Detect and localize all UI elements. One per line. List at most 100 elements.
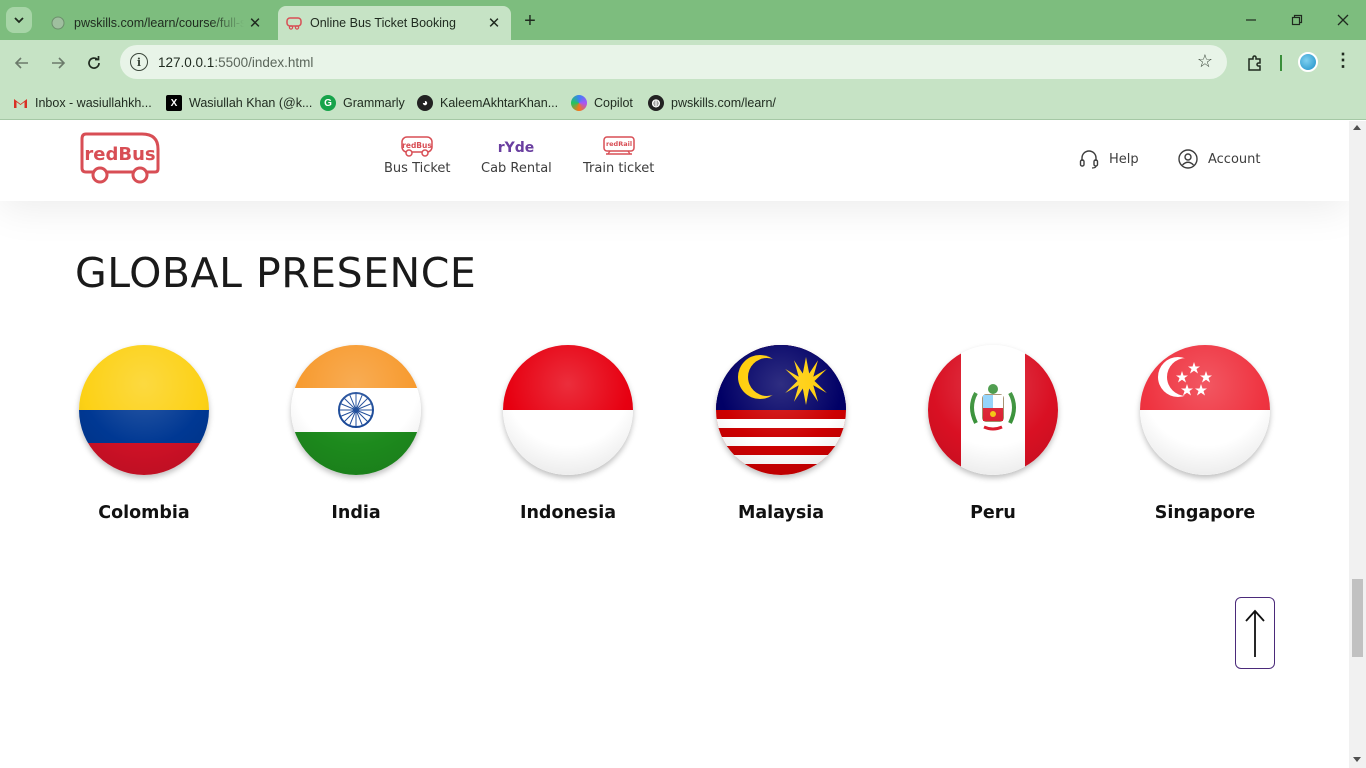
bookmark-pwskills[interactable]: ◍ pwskills.com/learn/ [648, 93, 776, 113]
copilot-icon [571, 95, 587, 111]
url-path: :5500/index.html [214, 54, 314, 70]
minimize-button[interactable] [1228, 0, 1274, 40]
tab-search-button[interactable] [6, 7, 32, 33]
bookmark-x[interactable]: X Wasiullah Khan (@k... [166, 93, 312, 113]
country-name: Colombia [98, 503, 190, 523]
country-card: Singapore [1099, 345, 1311, 523]
nav-bus-ticket[interactable]: redBus Bus Ticket [384, 135, 451, 176]
x-icon: X [166, 95, 182, 111]
forward-button[interactable] [44, 49, 72, 77]
account-link[interactable]: Account [1177, 148, 1261, 170]
bookmark-label: Grammarly [343, 96, 405, 110]
extensions-button[interactable] [1243, 51, 1267, 75]
redbus-logo[interactable]: redBus [80, 131, 160, 190]
site-header: redBus redBus Bus Ticket rYde Cab Rental [0, 121, 1349, 201]
bookmark-label: Inbox - wasiullahkh... [35, 96, 152, 110]
nav-train-ticket[interactable]: redRail Train ticket [583, 135, 654, 176]
restore-icon [1291, 14, 1303, 26]
puzzle-icon [1248, 55, 1261, 71]
close-tab-icon[interactable]: ✕ [483, 12, 505, 34]
svg-text:redBus: redBus [84, 144, 155, 165]
address-bar[interactable]: i 127.0.0.1:5500/index.html ☆ [120, 45, 1227, 79]
country-name: Peru [970, 503, 1016, 523]
menu-kebab-icon[interactable]: ⋮ [1334, 50, 1352, 71]
country-name: Singapore [1154, 503, 1256, 523]
country-name: Malaysia [737, 503, 825, 523]
malaysia-flag-icon [716, 345, 846, 475]
new-tab-button[interactable]: + [518, 9, 542, 33]
country-name: India [331, 503, 381, 523]
singapore-flag-icon [1140, 345, 1270, 475]
nav-label: Cab Rental [481, 161, 552, 176]
url-host: 127.0.0.1 [158, 54, 215, 70]
tab-pwskills[interactable]: pwskills.com/learn/course/full-s ✕ [40, 6, 272, 40]
tab-title: pwskills.com/learn/course/full-s [74, 16, 244, 30]
profile-avatar[interactable] [1298, 52, 1318, 72]
indonesia-flag-icon [503, 345, 633, 475]
user-circle-icon [1178, 149, 1198, 169]
bookmark-label: Wasiullah Khan (@k... [189, 96, 313, 110]
account-label: Account [1208, 151, 1261, 167]
train-icon: redRail [602, 136, 635, 155]
country-name: Indonesia [519, 503, 617, 523]
scroll-down-icon[interactable] [1353, 757, 1361, 762]
globe-icon: ◍ [648, 95, 664, 111]
section-title: GLOBAL PRESENCE [75, 249, 477, 297]
nav-label: Train ticket [583, 161, 655, 176]
svg-text:rYde: rYde [498, 140, 534, 156]
bookmark-label: Copilot [594, 96, 633, 110]
headset-icon [1079, 150, 1099, 169]
github-icon: ◕ [417, 95, 433, 111]
bookmark-inbox[interactable]: Inbox - wasiullahkh... [12, 93, 152, 113]
scroll-to-top-button[interactable] [1235, 597, 1275, 669]
url-text: 127.0.0.1:5500/index.html [158, 55, 313, 70]
svg-text:redRail: redRail [606, 140, 632, 148]
minimize-icon [1246, 19, 1256, 21]
tab-title: Online Bus Ticket Booking [310, 16, 456, 30]
peru-flag-icon [928, 345, 1058, 475]
nav-label: Bus Ticket [384, 161, 451, 176]
bookmark-github[interactable]: ◕ KaleemAkhtarKhan... [417, 93, 558, 113]
close-window-button[interactable] [1320, 0, 1366, 40]
country-card: Malaysia [675, 345, 887, 523]
redbus-logo-icon: redBus [80, 132, 160, 184]
bookmark-grammarly[interactable]: G Grammarly [320, 93, 405, 113]
bookmark-star-icon[interactable]: ☆ [1197, 51, 1213, 72]
chevron-down-icon [14, 17, 24, 24]
gmail-icon [12, 95, 28, 111]
help-link[interactable]: Help [1078, 148, 1139, 170]
country-card: India [250, 345, 462, 523]
country-card: Indonesia [462, 345, 674, 523]
tab-strip: pwskills.com/learn/course/full-s ✕ Onlin… [0, 0, 1366, 40]
bookmarks-bar: Inbox - wasiullahkh... X Wasiullah Khan … [0, 86, 1366, 120]
back-button[interactable] [8, 49, 36, 77]
country-card: Colombia [38, 345, 250, 523]
grammarly-icon: G [320, 95, 336, 111]
page-scrollbar[interactable] [1349, 121, 1366, 768]
close-tab-icon[interactable]: ✕ [244, 12, 266, 34]
toolbar-divider [1280, 55, 1282, 71]
ryde-icon: rYde [498, 140, 534, 156]
bookmark-label: KaleemAkhtarKhan... [440, 96, 559, 110]
reload-icon [88, 56, 100, 69]
arrow-up-icon [1245, 609, 1265, 657]
svg-text:redBus: redBus [402, 141, 432, 150]
scrollbar-thumb[interactable] [1352, 579, 1363, 657]
help-label: Help [1109, 151, 1139, 167]
bookmark-copilot[interactable]: Copilot [571, 93, 633, 113]
page-viewport: redBus redBus Bus Ticket rYde Cab Rental [0, 121, 1349, 768]
bookmark-label: pwskills.com/learn/ [671, 96, 776, 110]
arrow-right-icon [52, 57, 66, 69]
india-flag-icon [291, 345, 421, 475]
globe-icon [50, 15, 66, 31]
close-icon [1337, 14, 1349, 26]
nav-cab-rental[interactable]: rYde Cab Rental [481, 135, 552, 176]
reload-button[interactable] [80, 49, 108, 77]
site-info-icon[interactable]: i [130, 53, 148, 71]
restore-button[interactable] [1274, 0, 1320, 40]
scroll-up-icon[interactable] [1353, 125, 1361, 130]
arrow-left-icon [14, 57, 28, 69]
browser-toolbar: i 127.0.0.1:5500/index.html ☆ ⋮ [0, 40, 1366, 86]
redbus-favicon-icon [286, 15, 302, 31]
tab-bus-booking[interactable]: Online Bus Ticket Booking ✕ [278, 6, 511, 40]
